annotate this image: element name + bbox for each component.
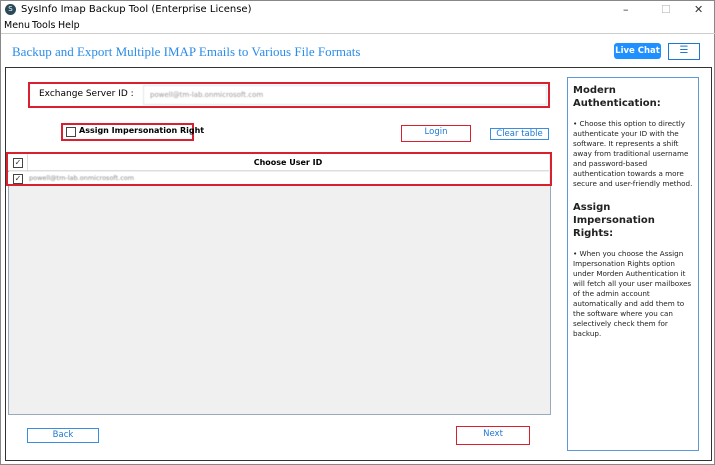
minimize-button[interactable]: – [623,3,629,16]
back-button[interactable]: Back [27,428,99,443]
maximize-button[interactable]: ☐ [661,3,671,16]
user-table [8,153,551,415]
menu-help[interactable]: Help [58,20,80,31]
login-button[interactable]: Login [401,125,471,142]
page-title: Backup and Export Multiple IMAP Emails t… [12,44,361,59]
impersonation-label: Assign Impersonation Right [79,126,205,135]
modern-auth-heading: Modern Authentication: [573,85,661,109]
menu-tools[interactable]: Tools [32,20,55,31]
app-logo-icon: S [5,4,16,15]
help-panel: Modern Authentication: • Choose this opt… [567,77,699,451]
close-button[interactable]: ✕ [694,3,703,16]
server-id-input[interactable]: powell@tm-lab.onmicrosoft.com [143,85,547,105]
hamburger-menu-icon[interactable]: ☰ [668,43,700,60]
window-title: SysInfo Imap Backup Tool (Enterprise Lic… [21,4,252,15]
menu-menu[interactable]: Menu [4,20,30,31]
menu-separator [1,33,715,34]
server-id-label: Exchange Server ID : [39,89,134,99]
impersonation-text: • When you choose the Assign Impersonati… [573,249,692,338]
clear-table-button[interactable]: Clear table [490,128,549,140]
user-table-highlight [6,152,552,186]
live-chat-button[interactable]: Live Chat [614,43,661,59]
next-button[interactable]: Next [456,426,530,445]
impersonation-heading: Assign Impersonation Rights: [573,202,655,239]
impersonation-checkbox[interactable] [66,127,76,137]
modern-auth-text: • Choose this option to directly authent… [573,119,693,188]
